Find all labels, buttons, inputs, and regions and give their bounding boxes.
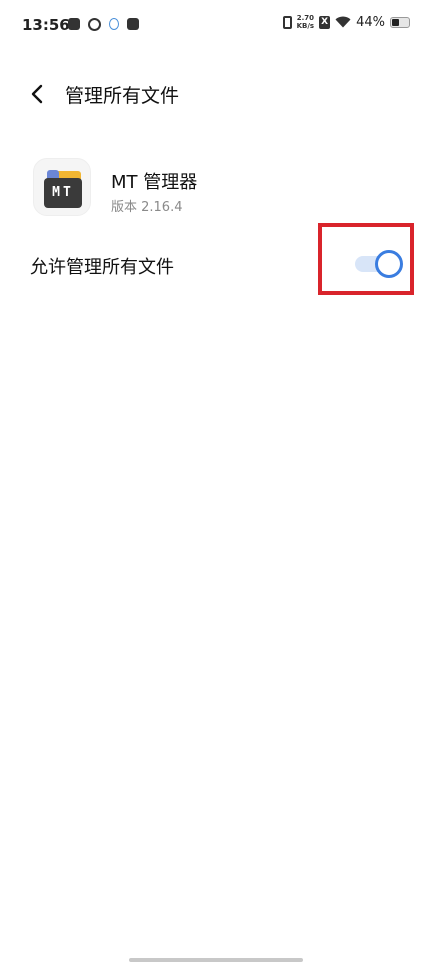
toggle-knob <box>375 250 403 278</box>
vibrate-icon <box>282 15 292 29</box>
app-version: 版本 2.16.4 <box>111 200 183 215</box>
setting-row-manage-all-files[interactable]: 允许管理所有文件 <box>0 223 432 295</box>
status-time: 13:56 <box>22 16 70 34</box>
battery-fill <box>392 18 399 26</box>
app-info: MT MT 管理器 版本 2.16.4 <box>33 158 413 222</box>
app-icon-label: MT <box>44 178 82 208</box>
status-bar: 13:56 2.70 KB/s X 44% <box>0 0 432 52</box>
sync-icon <box>88 18 101 31</box>
setting-label: 允许管理所有文件 <box>30 257 174 278</box>
network-speed-value: 2.70 <box>296 14 314 22</box>
message-icon <box>68 18 80 30</box>
notification-icons <box>68 18 139 31</box>
back-button[interactable] <box>26 82 50 106</box>
battery-percent: 44% <box>356 14 385 30</box>
home-indicator[interactable] <box>129 958 303 962</box>
mail-icon <box>127 18 139 30</box>
chevron-left-icon <box>31 84 43 104</box>
network-speed: 2.70 KB/s <box>297 14 314 30</box>
system-status: 2.70 KB/s X 44% <box>282 14 410 30</box>
app-icon: MT <box>33 158 91 216</box>
header: 管理所有文件 <box>0 70 432 118</box>
battery-icon <box>390 16 410 28</box>
wifi-icon <box>335 16 351 28</box>
app-name: MT 管理器 <box>111 172 198 193</box>
network-speed-unit: KB/s <box>296 22 315 30</box>
sim-off-icon: X <box>319 15 331 29</box>
page-title: 管理所有文件 <box>65 85 180 107</box>
avatar-icon <box>109 18 119 30</box>
manage-all-files-toggle[interactable] <box>355 250 403 278</box>
